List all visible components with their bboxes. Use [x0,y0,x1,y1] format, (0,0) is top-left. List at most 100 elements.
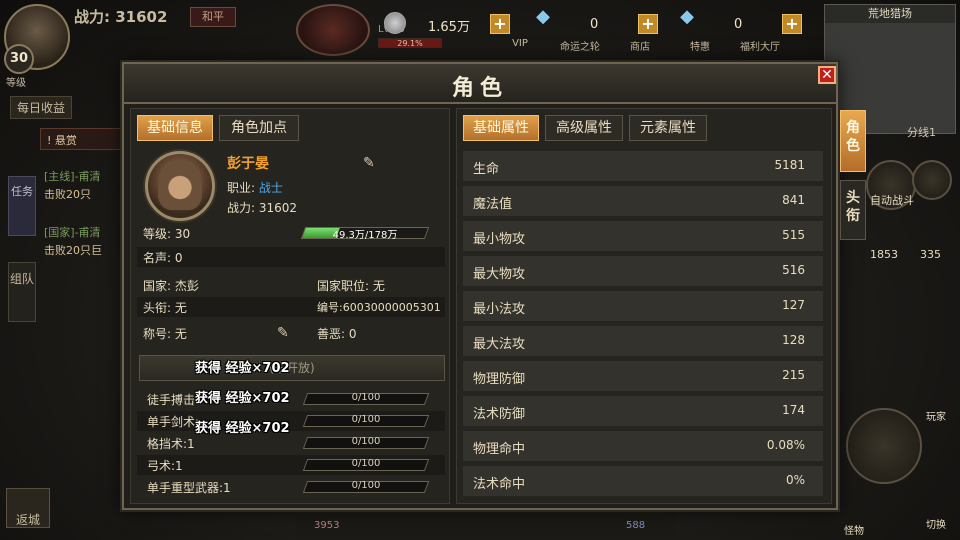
skill-button[interactable] [912,160,952,200]
job-field: 职业: 战士 [227,181,283,195]
attribute-row: 魔法值 841 [463,186,823,216]
auto-battle-label: 自动战斗 [870,194,914,207]
attribute-row: 生命 5181 [463,151,823,181]
daily-income-button[interactable]: 每日收益 [10,96,73,119]
attribute-name: 最小物攻 [473,232,526,247]
monster-target-label[interactable]: 怪物 [844,522,864,537]
alert-icon: ! [47,134,55,147]
attribute-name: 生命 [473,162,500,177]
chat-line: 击败20只巨 [44,244,102,257]
hp-value: 3953 [314,520,340,531]
mp-value: 588 [626,520,646,531]
player-target-label[interactable]: 玩家 [926,408,946,423]
attributes-pane: 基础属性 高级属性 元素属性 生命 5181 魔法值 841 最小物攻 515 最大物攻 51… [456,108,832,504]
skill-name: 单手重型武器:1 [147,481,231,495]
attribute-name: 法术防御 [473,407,526,422]
chat-line: [主线]-甫清 [44,170,101,183]
attribute-name: 物理防御 [473,372,526,387]
level-caption: 等级 [6,78,26,89]
switch-target-label[interactable]: 切换 [926,516,946,531]
wheel-count: 0 [590,17,599,32]
tab-advanced-attributes[interactable]: 高级属性 [545,115,623,141]
fame-field: 名声: 0 [143,251,183,265]
tab-attribute-points[interactable]: 角色加点 [219,115,299,141]
shop-button[interactable]: 商店 [610,38,670,53]
attribute-row: 法术命中 0% [463,466,823,496]
close-icon[interactable]: ✕ [818,66,836,84]
tab-element-attributes[interactable]: 元素属性 [629,115,707,141]
skill-value: 0/100 [351,436,381,447]
basic-info-pane: 基础信息 角色加点 彭于晏 ✎ 职业: 战士 战力: 31602 等级: 30 … [130,108,450,504]
nickname-field: 称号: 无 [143,327,187,341]
attribute-row: 法术防御 174 [463,396,823,426]
attribute-value: 128 [782,333,805,347]
fate-wheel-button[interactable]: 命运之轮 [550,38,610,53]
dialog-title: 角色 [451,76,508,101]
fame-row [137,247,445,267]
id-field: 编号:60030000005301 [317,301,441,314]
attribute-row: 物理防御 215 [463,361,823,391]
chat-line: 击败20只 [44,188,91,201]
skill-row: 单手重型武器:1 0/100 [137,477,445,497]
dialog-header: 角色 ✕ [124,64,836,104]
return-city-button[interactable]: 返城 [6,488,50,528]
silver-coin-icon [384,12,406,34]
exp-gain-popup: 获得 经验×702 [195,361,290,376]
potion-count: 1853 [870,248,898,261]
skill-section-header: (未开放) [139,355,445,381]
add-coin-button[interactable]: + [490,14,510,34]
attribute-row: 最小法攻 127 [463,291,823,321]
diamond-icon: ◆ [536,6,550,27]
attribute-name: 最大法攻 [473,337,526,352]
potion-count: 335 [920,248,941,261]
country-rank-field: 国家职位: 无 [317,279,385,293]
task-tab[interactable]: 任务 [8,176,36,236]
bounty-quest-button[interactable]: ! 悬赏 [40,128,130,150]
title-field: 头衔: 无 [143,301,187,315]
skill-value: 0/100 [351,392,381,403]
character-portrait [145,151,215,221]
player-level-badge: 30 [4,44,34,74]
minimap-title: 荒地猎场 [825,5,955,23]
side-tab-character[interactable]: 角色 [840,110,866,172]
attribute-value: 516 [782,263,805,277]
morality-field: 善恶: 0 [317,327,357,341]
pk-mode-select[interactable]: 和平 [190,7,236,27]
chat-line: [国家]-甫清 [44,226,101,239]
skill-value: 0/100 [351,480,381,491]
skill-name: 徒手搏击: [147,393,200,407]
attribute-row: 最大法攻 128 [463,326,823,356]
team-tab[interactable]: 组队 [8,262,36,322]
quill-icon[interactable]: ✎ [363,155,379,171]
special-count: 0 [734,17,743,32]
attribute-name: 魔法值 [473,197,513,212]
attribute-value: 841 [782,193,805,207]
target-portrait[interactable] [296,4,370,56]
tab-basic-info[interactable]: 基础信息 [137,115,213,141]
skill-row: 弓术:1 0/100 [137,455,445,475]
attribute-row: 物理命中 0.08% [463,431,823,461]
diamond-icon: ◆ [680,6,694,27]
coin-amount: 1.65万 [428,20,470,35]
tab-basic-attributes[interactable]: 基础属性 [463,115,539,141]
side-tab-title[interactable]: 头衔 [840,180,866,240]
skill-name: 弓术:1 [147,459,183,473]
welfare-hall-button[interactable]: 福利大厅 [730,38,790,53]
attack-button[interactable] [846,408,922,484]
add-diamond-button[interactable]: + [638,14,658,34]
country-field: 国家: 杰彭 [143,279,199,293]
attribute-value: 0.08% [766,438,805,452]
special-offer-button[interactable]: 特惠 [670,38,730,53]
attribute-value: 515 [782,228,805,242]
add-special-button[interactable]: + [782,14,802,34]
target-hp-bar: 29.1% [378,38,442,48]
hud-power: 战力: 31602 [74,8,168,26]
quill-icon[interactable]: ✎ [277,325,293,341]
attribute-name: 法术命中 [473,477,526,492]
attribute-value: 215 [782,368,805,382]
xp-text: 49.3万/178万 [332,230,398,241]
power-field: 战力: 31602 [227,201,298,215]
exp-gain-popup: 获得 经验×702 [195,391,290,406]
vip-label[interactable]: VIP [490,38,550,49]
attribute-value: 174 [782,403,805,417]
